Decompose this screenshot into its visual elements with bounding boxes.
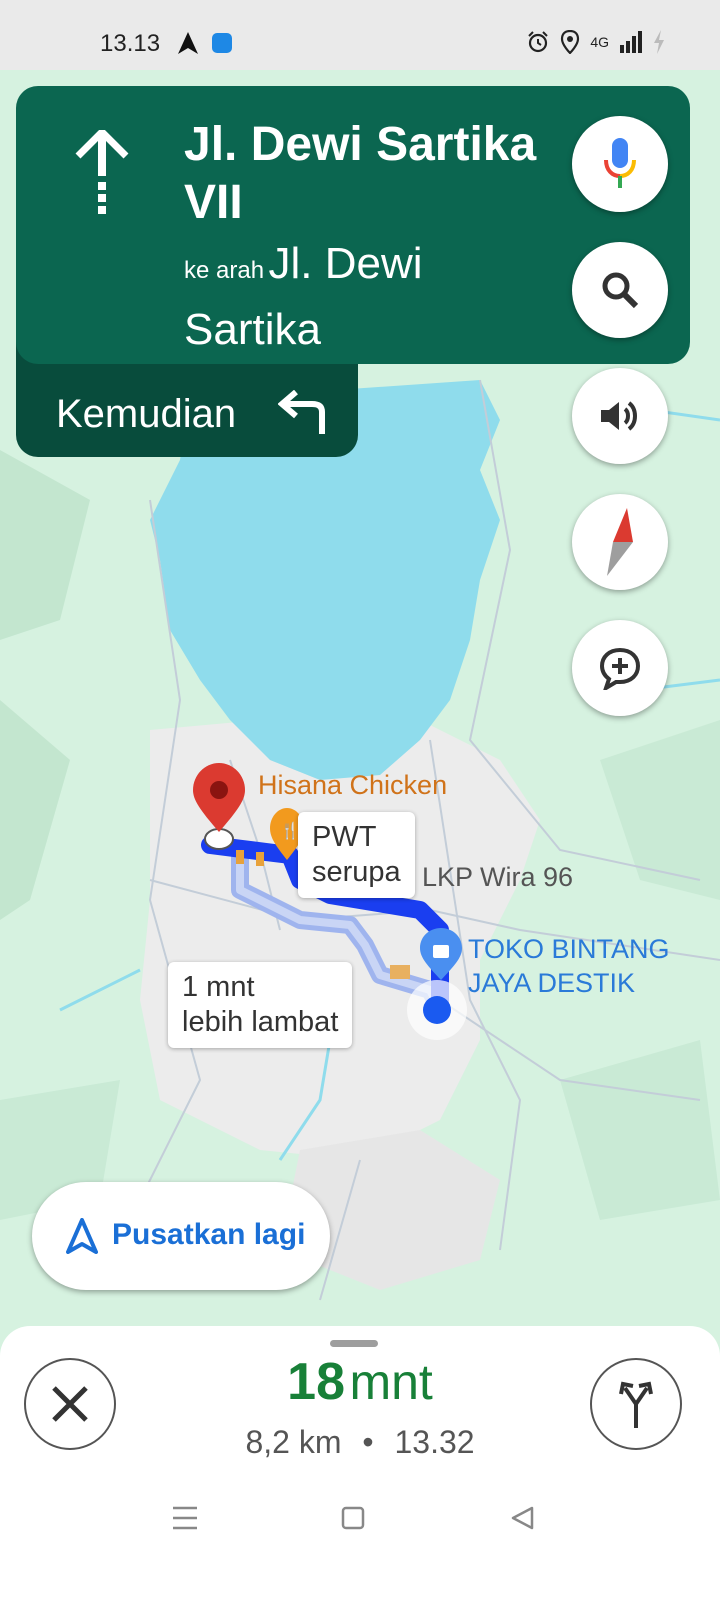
menu-icon[interactable] (172, 1506, 198, 1530)
turn-left-icon (278, 390, 325, 434)
status-bar: 13.13 4G (0, 0, 720, 70)
alternate-routes-button[interactable] (590, 1358, 682, 1450)
alarm-icon (528, 31, 549, 53)
store-label-line2: JAYA DESTIK (468, 968, 636, 998)
navigation-arrow-icon (66, 1218, 98, 1254)
navigation-arrow-icon (178, 32, 198, 54)
alt-route-callout[interactable]: PWT serupa (298, 812, 415, 898)
search-icon (602, 272, 639, 309)
back-icon[interactable] (510, 1506, 534, 1530)
compass-button[interactable] (572, 494, 668, 590)
trip-summary-sheet[interactable]: 18 mnt 8,2 km • 13.32 (0, 1326, 720, 1600)
volume-icon (601, 401, 637, 431)
trip-separator: • (362, 1424, 374, 1460)
alternate-routes-icon (619, 1381, 653, 1428)
location-icon (561, 30, 580, 54)
restaurant-label[interactable]: Hisana Chicken (258, 770, 447, 801)
microphone-icon (604, 138, 636, 188)
store-label-line1: TOKO BINTANG (468, 934, 670, 964)
add-report-icon (599, 647, 641, 690)
arrival-time: 13.32 (394, 1424, 475, 1460)
network-type: 4G (590, 34, 609, 50)
eta-value: 18 (287, 1353, 346, 1411)
recenter-button[interactable]: Pusatkan lagi (32, 1182, 330, 1290)
battery-charging-icon (654, 30, 664, 54)
eta-unit: mnt (349, 1354, 433, 1410)
slower-route-callout-line2: lebih lambat (182, 1006, 339, 1038)
slower-route-callout-line1: 1 mnt (182, 971, 255, 1003)
next-maneuver-label: Kemudian (56, 392, 237, 436)
status-time: 13.13 (100, 30, 161, 57)
status-icons: 4G (526, 30, 665, 54)
app-badge-icon (212, 33, 232, 53)
toward-street: ke arah Jl. Dewi Sartika (184, 236, 514, 368)
search-button[interactable] (572, 242, 668, 338)
svg-text:🍴: 🍴 (280, 821, 300, 840)
toward-prefix: ke arah (184, 257, 265, 284)
slower-route-callout[interactable]: 1 mnt lebih lambat (168, 962, 353, 1048)
place-label[interactable]: LKP Wira 96 (422, 862, 573, 893)
sound-button[interactable] (572, 368, 668, 464)
current-street-name: Jl. Dewi Sartika VII (184, 118, 537, 229)
alt-route-callout-line2: serupa (312, 856, 401, 888)
recenter-label: Pusatkan lagi (112, 1218, 306, 1251)
home-icon[interactable] (341, 1506, 365, 1530)
voice-search-button[interactable] (572, 116, 668, 212)
add-report-button[interactable] (572, 620, 668, 716)
alt-route-callout-line1: PWT (312, 821, 377, 853)
compass-icon (607, 508, 633, 576)
trip-distance: 8,2 km (245, 1424, 342, 1460)
signal-icon (620, 31, 642, 53)
sheet-handle[interactable] (330, 1340, 378, 1347)
store-label[interactable]: TOKO BINTANG JAYA DESTIK (468, 932, 670, 1000)
straight-arrow-icon (75, 130, 129, 214)
